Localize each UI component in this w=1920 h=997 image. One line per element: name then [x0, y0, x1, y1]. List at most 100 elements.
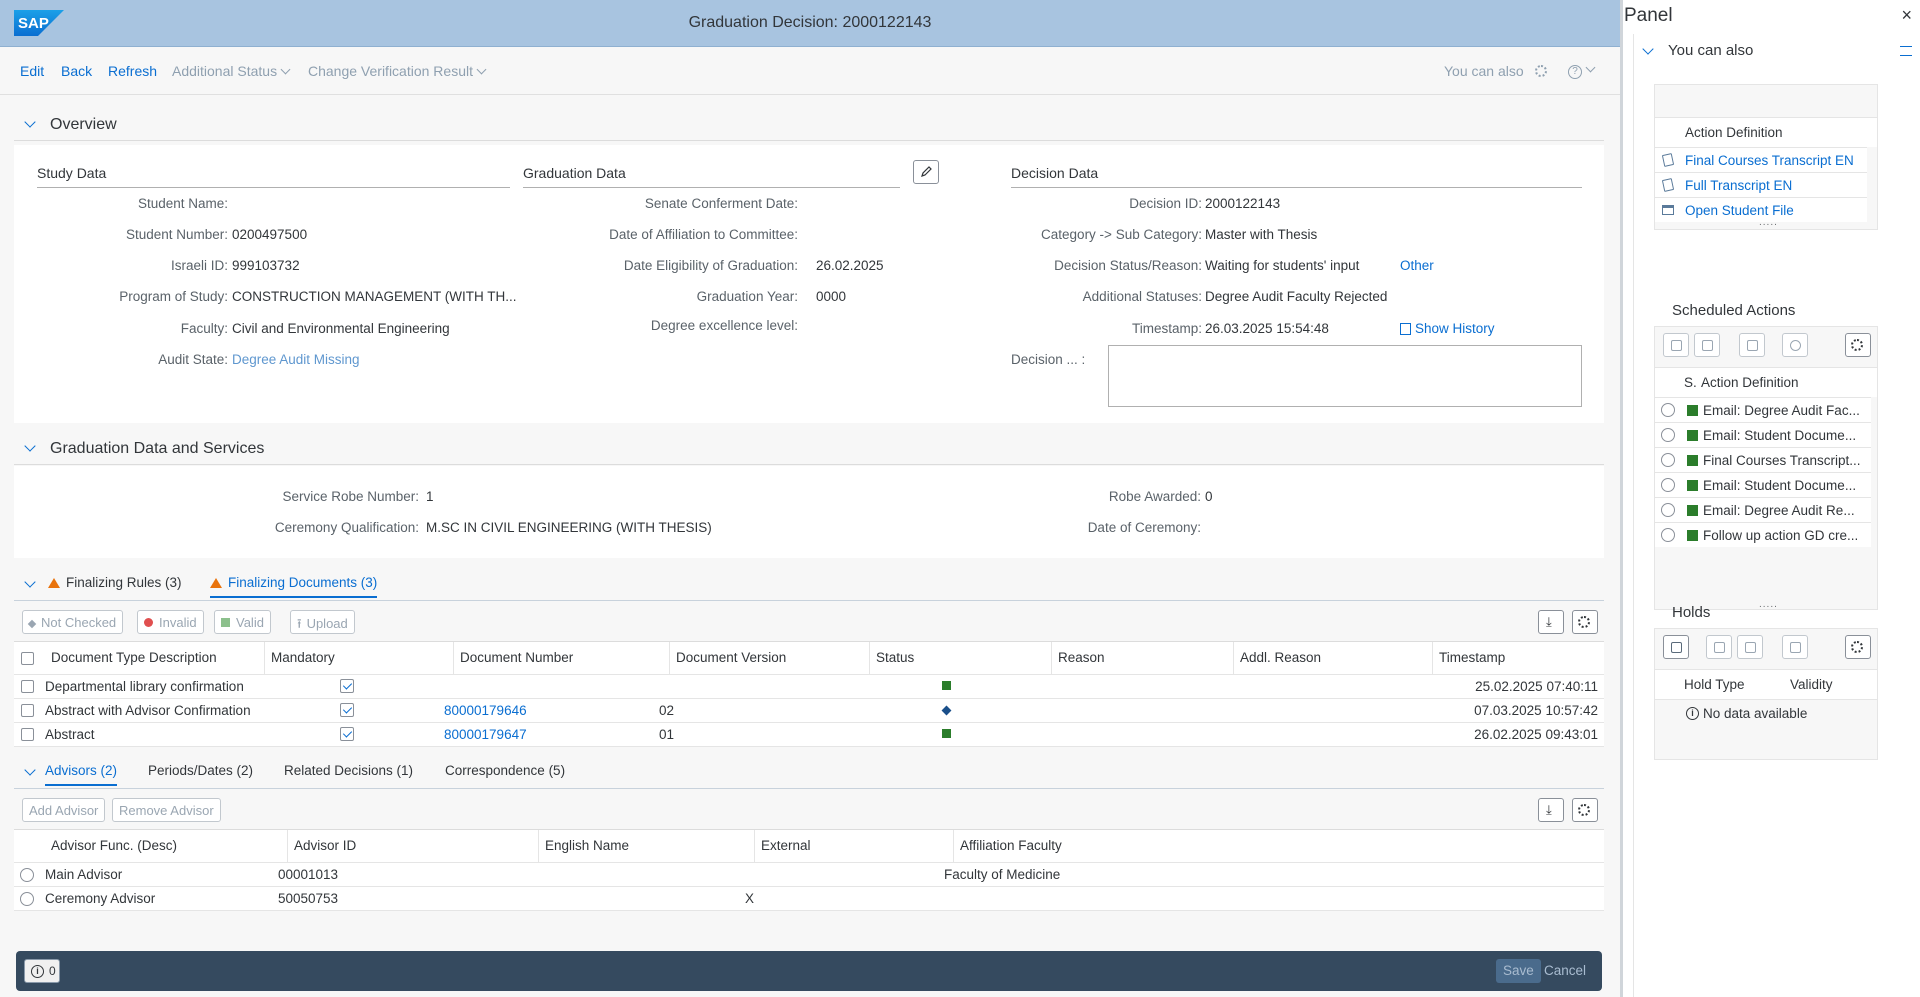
- col-affiliation-faculty[interactable]: Affiliation Faculty: [954, 830, 1604, 862]
- additional-status-menu[interactable]: Additional Status: [172, 63, 291, 79]
- col-timestamp[interactable]: Timestamp: [1433, 642, 1604, 674]
- overview-section-header[interactable]: Overview: [14, 109, 1604, 141]
- scheduled-action-button-1[interactable]: [1663, 333, 1689, 357]
- you-can-also-button[interactable]: You can also: [1444, 63, 1524, 79]
- tab-finalizing-rules[interactable]: Finalizing Rules (3): [48, 575, 182, 596]
- col-english-name[interactable]: English Name: [539, 830, 755, 862]
- doc-number-link[interactable]: 80000179647: [444, 727, 527, 742]
- doc-number-link[interactable]: 80000179646: [444, 703, 527, 718]
- col-validity[interactable]: Validity: [1790, 677, 1833, 692]
- col-advisor-func[interactable]: Advisor Func. (Desc): [45, 830, 288, 862]
- add-advisor-button[interactable]: Add Advisor: [22, 798, 106, 822]
- table-settings-button[interactable]: [1572, 610, 1598, 634]
- services-section-header[interactable]: Graduation Data and Services: [14, 433, 1604, 465]
- table-row[interactable]: Ceremony Advisor 50050753 X: [14, 886, 1604, 911]
- row-checkbox[interactable]: [21, 704, 34, 717]
- scheduled-action-button-2[interactable]: [1694, 333, 1720, 357]
- edit-graduation-button[interactable]: [913, 160, 939, 184]
- add-hold-button[interactable]: [1663, 635, 1689, 659]
- upload-button[interactable]: ⭱ Upload: [290, 610, 355, 634]
- select-all-checkbox[interactable]: [21, 652, 34, 665]
- collapse-chevron-icon[interactable]: [24, 440, 36, 452]
- col-hold-type[interactable]: Hold Type: [1684, 677, 1745, 692]
- row-checkbox[interactable]: [21, 680, 34, 693]
- row-radio[interactable]: [20, 892, 34, 906]
- collapse-chevron-icon[interactable]: [24, 576, 36, 588]
- list-item[interactable]: Full Transcript EN: [1655, 172, 1867, 197]
- collapse-chevron-icon[interactable]: [24, 764, 36, 776]
- table-row[interactable]: Abstract with Advisor Confirmation 80000…: [14, 698, 1604, 722]
- audit-state-link[interactable]: Degree Audit Missing: [232, 352, 360, 367]
- message-popover-button[interactable]: i 0: [24, 959, 60, 983]
- list-item[interactable]: Email: Student Docume...: [1655, 472, 1871, 497]
- help-menu[interactable]: ?: [1568, 61, 1596, 79]
- edit-button[interactable]: Edit: [20, 63, 44, 79]
- row-radio[interactable]: [1661, 453, 1675, 467]
- tab-periods[interactable]: Periods/Dates (2): [148, 763, 253, 784]
- col-status[interactable]: Status: [870, 642, 1052, 674]
- row-radio[interactable]: [1661, 403, 1675, 417]
- valid-button[interactable]: Valid: [214, 610, 271, 634]
- settings-gear-icon[interactable]: [1535, 64, 1547, 80]
- change-verification-menu[interactable]: Change Verification Result: [308, 63, 487, 79]
- row-radio[interactable]: [20, 868, 34, 882]
- table-row[interactable]: Main Advisor 00001013 Faculty of Medicin…: [14, 862, 1604, 886]
- refresh-button[interactable]: Refresh: [108, 63, 157, 79]
- delete-button[interactable]: [1739, 333, 1765, 357]
- action-link[interactable]: Open Student File: [1685, 203, 1794, 218]
- close-icon[interactable]: ×: [1901, 5, 1912, 26]
- collapse-chevron-icon[interactable]: [24, 116, 36, 128]
- col-status[interactable]: S.: [1684, 375, 1697, 390]
- table-settings-button[interactable]: [1845, 635, 1871, 659]
- action-link[interactable]: Full Transcript EN: [1685, 178, 1792, 193]
- view-hold-button[interactable]: [1782, 635, 1808, 659]
- action-link[interactable]: Final Courses Transcript EN: [1685, 153, 1854, 168]
- table-settings-button[interactable]: [1845, 333, 1871, 357]
- menu-lines-icon[interactable]: [1900, 46, 1912, 56]
- col-advisor-id[interactable]: Advisor ID: [288, 830, 539, 862]
- show-history-link[interactable]: Show History: [1400, 321, 1495, 336]
- scheduled-action-cell: Final Courses Transcript...: [1703, 453, 1861, 468]
- collapse-chevron-icon[interactable]: [1642, 43, 1654, 55]
- row-radio[interactable]: [1661, 528, 1675, 542]
- col-action-definition[interactable]: Action Definition: [1701, 375, 1799, 390]
- not-checked-button[interactable]: Not Checked: [22, 610, 124, 634]
- table-settings-button[interactable]: [1572, 798, 1598, 822]
- status-reason-link[interactable]: Other: [1400, 258, 1434, 273]
- remove-advisor-button[interactable]: Remove Advisor: [112, 798, 221, 822]
- decision-note-textarea[interactable]: [1108, 345, 1582, 407]
- tab-finalizing-documents[interactable]: Finalizing Documents (3): [210, 575, 378, 598]
- row-radio[interactable]: [1661, 428, 1675, 442]
- tab-correspondence[interactable]: Correspondence (5): [445, 763, 565, 784]
- table-row[interactable]: Departmental library confirmation 25.02.…: [14, 674, 1604, 698]
- col-external[interactable]: External: [755, 830, 954, 862]
- list-item[interactable]: Email: Degree Audit Re...: [1655, 497, 1871, 522]
- export-button[interactable]: ⤓: [1538, 798, 1564, 822]
- col-doc-type[interactable]: Document Type Description: [45, 642, 265, 674]
- tab-advisors[interactable]: Advisors (2): [45, 763, 118, 786]
- hold-action-button[interactable]: [1737, 635, 1763, 659]
- invalid-button[interactable]: Invalid: [137, 610, 204, 634]
- list-item[interactable]: Final Courses Transcript...: [1655, 447, 1871, 472]
- list-item[interactable]: Email: Degree Audit Fac...: [1655, 397, 1871, 422]
- export-button[interactable]: ⤓: [1538, 610, 1564, 634]
- back-button[interactable]: Back: [61, 63, 92, 79]
- col-addl-reason[interactable]: Addl. Reason: [1234, 642, 1433, 674]
- edit-hold-button[interactable]: [1706, 635, 1732, 659]
- col-action-definition[interactable]: Action Definition: [1685, 125, 1783, 140]
- row-radio[interactable]: [1661, 503, 1675, 517]
- col-reason[interactable]: Reason: [1052, 642, 1234, 674]
- cancel-button[interactable]: Cancel: [1544, 963, 1586, 978]
- col-doc-number[interactable]: Document Number: [454, 642, 670, 674]
- row-checkbox[interactable]: [21, 728, 34, 741]
- table-row[interactable]: Abstract 80000179647 01 26.02.2025 09:43…: [14, 722, 1604, 747]
- save-button[interactable]: Save: [1496, 959, 1541, 983]
- list-item[interactable]: Email: Student Docume...: [1655, 422, 1871, 447]
- row-radio[interactable]: [1661, 478, 1675, 492]
- search-button[interactable]: [1782, 333, 1808, 357]
- col-mandatory[interactable]: Mandatory: [265, 642, 454, 674]
- col-doc-version[interactable]: Document Version: [670, 642, 870, 674]
- tab-related-decisions[interactable]: Related Decisions (1): [284, 763, 413, 784]
- list-item[interactable]: Follow up action GD cre...: [1655, 522, 1871, 547]
- list-item[interactable]: Final Courses Transcript EN: [1655, 147, 1867, 172]
